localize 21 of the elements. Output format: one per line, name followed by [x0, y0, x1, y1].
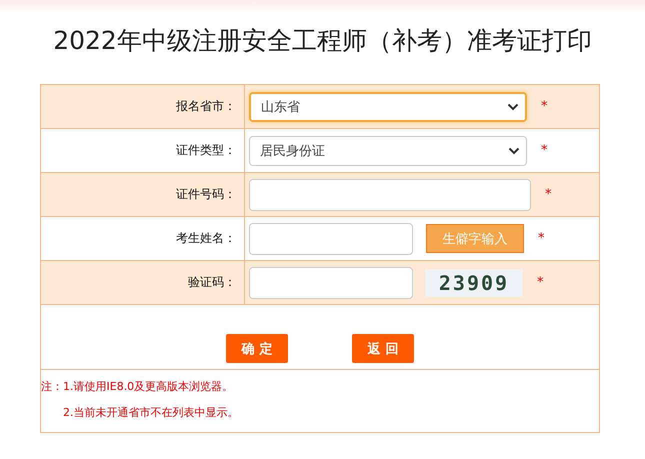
field-label: 证件号码： [176, 186, 236, 203]
chevron-down-icon [507, 102, 519, 110]
chevron-down-icon [508, 146, 520, 154]
dropdown-field[interactable]: 居民身份证 [249, 136, 527, 166]
required-mark: * [541, 143, 548, 158]
required-mark: * [537, 275, 544, 290]
field-label: 考生姓名： [176, 230, 236, 247]
field-label: 证件类型： [176, 142, 236, 159]
note-text: 2.当前未开通省市不在列表中显示。 [63, 406, 238, 419]
page-title: 2022年中级注册安全工程师（补考）准考证打印 [52, 25, 593, 57]
required-mark: * [545, 187, 552, 202]
required-mark: * [541, 99, 548, 114]
field-label: 报名省市： [176, 98, 236, 115]
input-field[interactable] [249, 222, 413, 254]
note-text: 注：1.请使用IE8.0及更高版本浏览器。 [41, 380, 234, 393]
required-mark: * [538, 231, 544, 246]
dropdown-field[interactable]: 山东省 [249, 92, 527, 122]
input-field[interactable] [249, 266, 413, 298]
input-field[interactable] [249, 178, 531, 210]
captcha-code[interactable]: 23909 [425, 268, 523, 296]
field-label: 验证码： [188, 274, 236, 291]
